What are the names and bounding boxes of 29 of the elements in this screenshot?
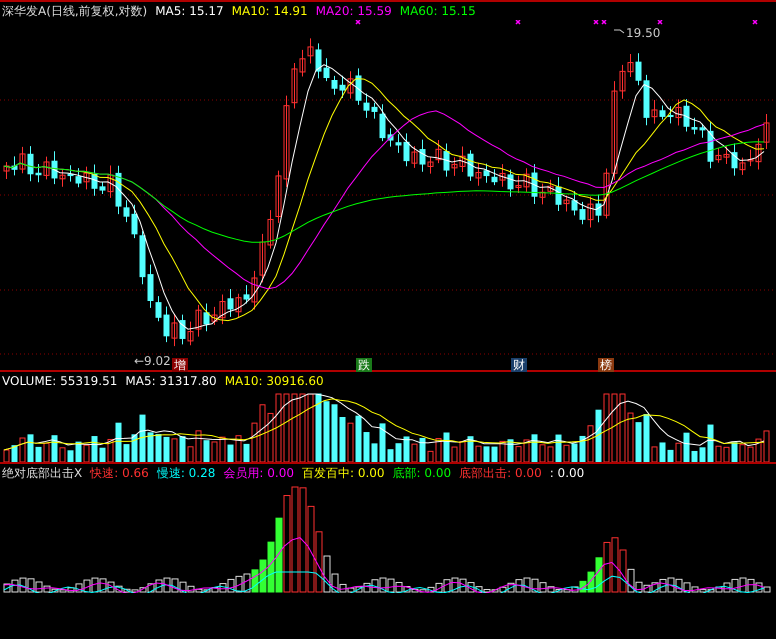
marker-icon xyxy=(355,20,361,25)
indicator-label: MA60: 15.15 xyxy=(400,4,476,18)
indicator-label: 快速: 0.66 xyxy=(90,464,149,482)
indicator-label: 会员用: 0.00 xyxy=(223,464,294,482)
indicator-title: 绝对底部出击X xyxy=(2,464,82,482)
event-badge[interactable]: 榜 xyxy=(598,358,614,372)
indicator-label: 百发百中: 0.00 xyxy=(302,464,385,482)
stock-title: 深华发A(日线,前复权,对数) xyxy=(2,2,148,20)
indicator-label: MA5: 31317.80 xyxy=(125,374,217,388)
indicator-label: MA10: 14.91 xyxy=(232,4,308,18)
marker-icon xyxy=(752,20,758,25)
indicator-label: 慢速: 0.28 xyxy=(156,464,216,482)
marker-icon xyxy=(601,20,607,25)
marker-icon xyxy=(515,20,521,25)
indicator-label: MA10: 30916.60 xyxy=(224,374,324,388)
low-price-label: ←9.02 xyxy=(134,354,171,368)
indicator-label: 底部出击: 0.00 xyxy=(459,464,542,482)
event-badge[interactable]: 财 xyxy=(511,358,527,372)
leader-line xyxy=(614,30,624,34)
event-badge[interactable]: 增 xyxy=(172,358,188,372)
marker-icon xyxy=(657,20,663,25)
indicator-label: 底部: 0.00 xyxy=(392,464,452,482)
indicator-label: MA5: 15.17 xyxy=(155,4,224,18)
indicator-label: VOLUME: 55319.51 xyxy=(2,374,118,388)
high-price-label: 19.50 xyxy=(626,26,660,40)
event-badge[interactable]: 跌 xyxy=(356,358,372,372)
indicator-label: MA20: 15.59 xyxy=(316,4,392,18)
indicator-label: : 0.00 xyxy=(550,466,584,480)
marker-icon xyxy=(593,20,599,25)
